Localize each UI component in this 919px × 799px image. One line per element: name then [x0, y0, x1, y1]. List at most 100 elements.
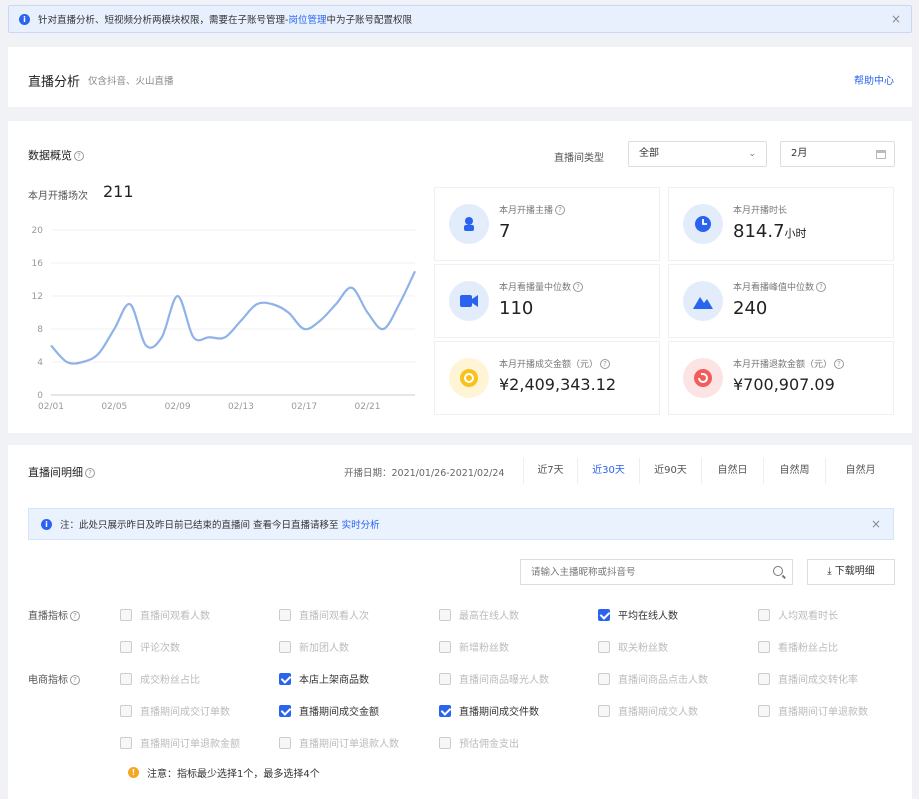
metric-checkbox[interactable]: 直播期间成交订单数	[120, 703, 230, 718]
x-tick-label: 02/21	[355, 402, 381, 411]
checkbox-icon[interactable]	[120, 704, 132, 717]
checkbox-icon[interactable]	[120, 608, 132, 621]
stat-value: ¥700,907.09	[733, 375, 835, 394]
question-icon[interactable]: ?	[555, 205, 566, 215]
checkbox-icon[interactable]	[120, 640, 132, 653]
metric-checkbox[interactable]: 平均在线人数	[598, 607, 678, 622]
stat-label: 本月开播成交金额（元）?	[499, 357, 611, 370]
question-icon[interactable]: ?	[70, 611, 80, 621]
stat-label-text: 本月看播峰值中位数	[733, 283, 815, 293]
question-icon[interactable]: ?	[74, 151, 84, 161]
checkbox-icon[interactable]	[598, 672, 610, 685]
total-sessions-label: 本月开播场次	[28, 191, 88, 202]
question-icon[interactable]: ?	[573, 282, 584, 292]
realtime-analysis-link[interactable]: 实时分析	[342, 520, 380, 531]
checkbox-icon[interactable]	[598, 704, 610, 717]
metric-checkbox[interactable]: 人均观看时长	[758, 607, 838, 622]
alert-text: 针对直播分析、短视频分析两模块权限，需要在子账号管理-岗位管理中为子账号配置权限	[38, 12, 412, 26]
metric-checkbox[interactable]: 评论次数	[120, 639, 180, 654]
metric-checkbox[interactable]: 取关粉丝数	[598, 639, 668, 654]
metric-label: 新加团人数	[299, 643, 349, 654]
range-90d[interactable]: 近90天	[639, 458, 701, 484]
metric-checkbox[interactable]: 直播间观看人数	[120, 607, 210, 622]
stat-value-text: 814.7	[733, 221, 785, 242]
metric-label: 直播期间订单退款金额	[140, 739, 240, 750]
metric-label: 评论次数	[140, 643, 180, 654]
range-week[interactable]: 自然周	[763, 458, 825, 484]
metric-checkbox[interactable]: 直播间商品点击人数	[598, 671, 708, 686]
checkbox-icon[interactable]	[120, 672, 132, 685]
checkbox-icon[interactable]	[598, 640, 610, 653]
checkbox-icon[interactable]	[439, 640, 451, 653]
metric-checkbox[interactable]: 最高在线人数	[439, 607, 519, 622]
metric-checkbox[interactable]: 直播间商品曝光人数	[439, 671, 549, 686]
stat-value: 110	[499, 298, 533, 319]
metric-checkbox[interactable]: 直播间观看人次	[279, 607, 369, 622]
metric-checkbox[interactable]: 本店上架商品数	[279, 671, 369, 686]
download-button[interactable]: ⤓ 下载明细	[807, 559, 895, 585]
metric-label: 直播期间成交件数	[459, 707, 539, 718]
room-type-select[interactable]: 全部 ⌄	[628, 141, 767, 167]
role-management-link[interactable]: 岗位管理	[288, 15, 326, 26]
close-icon[interactable]: ×	[871, 517, 881, 531]
question-icon[interactable]: ?	[70, 675, 80, 685]
metric-label: 新增粉丝数	[459, 643, 509, 654]
metric-checkbox[interactable]: 新增粉丝数	[439, 639, 509, 654]
checkbox-checked-icon[interactable]	[279, 672, 291, 685]
checkbox-icon[interactable]	[758, 640, 770, 653]
metric-label: 直播期间成交人数	[618, 707, 698, 718]
question-icon[interactable]: ?	[816, 282, 827, 292]
range-7d[interactable]: 近7天	[523, 458, 577, 484]
chart-series-line	[50, 270, 416, 365]
y-tick-label: 20	[32, 226, 44, 236]
checkbox-icon[interactable]	[279, 640, 291, 653]
calendar-icon	[876, 150, 886, 159]
question-icon[interactable]: ?	[600, 359, 611, 369]
question-icon[interactable]: ?	[85, 468, 95, 478]
range-month[interactable]: 自然月	[825, 458, 895, 484]
metric-checkbox[interactable]: 成交粉丝占比	[120, 671, 200, 686]
checkbox-icon[interactable]	[758, 672, 770, 685]
search-icon[interactable]	[773, 566, 783, 576]
month-value: 2月	[791, 148, 808, 159]
checkbox-icon[interactable]	[439, 736, 451, 749]
metric-checkbox[interactable]: 直播期间成交件数	[439, 703, 539, 718]
help-center-link[interactable]: 帮助中心	[854, 72, 894, 87]
close-icon[interactable]: ×	[891, 12, 901, 26]
metric-checkbox[interactable]: 看播粉丝占比	[758, 639, 838, 654]
metric-checkbox[interactable]: 预估佣金支出	[439, 735, 519, 750]
month-picker[interactable]: 2月	[780, 141, 895, 167]
page-subtitle: 仅含抖音、火山直播	[88, 76, 174, 87]
checkbox-icon[interactable]	[279, 608, 291, 621]
stat-value: 7	[499, 221, 510, 242]
metric-checkbox[interactable]: 直播期间订单退款人数	[279, 735, 399, 750]
metric-checkbox[interactable]: 直播期间成交金额	[279, 703, 379, 718]
checkbox-checked-icon[interactable]	[279, 704, 291, 717]
checkbox-icon[interactable]	[120, 736, 132, 749]
checkbox-icon[interactable]	[439, 672, 451, 685]
range-30d[interactable]: 近30天	[577, 458, 639, 484]
checkbox-icon[interactable]	[279, 736, 291, 749]
stat-value-text: 110	[499, 298, 534, 319]
range-day[interactable]: 自然日	[701, 458, 763, 484]
sessions-line-chart: 0 4 8 12 16 20 02/01 02/05 02/09 02/13 02/17 02/21	[32, 226, 416, 411]
metric-checkbox[interactable]: 新加团人数	[279, 639, 349, 654]
metric-checkbox[interactable]: 直播期间订单退款金额	[120, 735, 240, 750]
metric-checkbox[interactable]: 直播期间订单退款数	[758, 703, 868, 718]
stat-view-median: 本月看播量中位数? 110	[434, 264, 660, 338]
y-tick-label: 16	[32, 259, 44, 269]
checkbox-icon[interactable]	[439, 608, 451, 621]
question-icon[interactable]: ?	[834, 359, 845, 369]
alert-tail: 中为子账号配置权限	[326, 15, 412, 26]
selection-tip: ! 注意：指标最少选择1个，最多选择4个	[128, 765, 320, 780]
metric-checkbox[interactable]: 直播期间成交人数	[598, 703, 698, 718]
checkbox-checked-icon[interactable]	[598, 608, 610, 621]
checkbox-icon[interactable]	[758, 704, 770, 717]
search-input[interactable]	[520, 559, 793, 585]
checkbox-checked-icon[interactable]	[439, 704, 451, 717]
refund-icon	[683, 358, 723, 398]
checkbox-icon[interactable]	[758, 608, 770, 621]
metric-checkbox[interactable]: 直播间成交转化率	[758, 671, 858, 686]
alert-message: 针对直播分析、短视频分析两模块权限，需要在子账号管理-	[38, 15, 289, 26]
info-icon: i	[41, 518, 52, 530]
